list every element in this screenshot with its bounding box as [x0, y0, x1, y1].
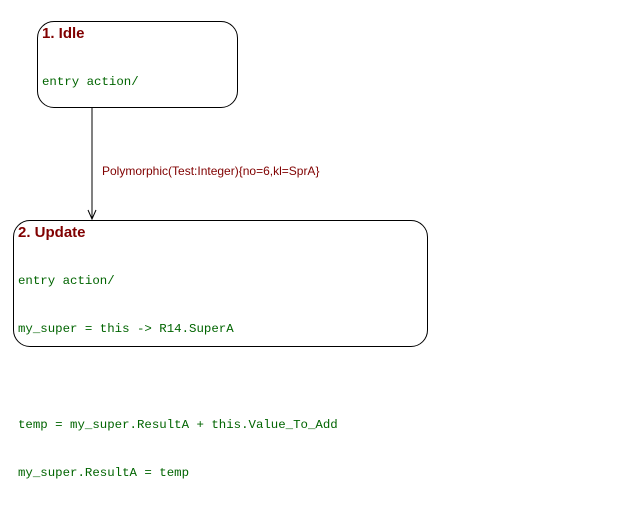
state-update-body: entry action/ my_super = this -> R14.Sup…: [18, 241, 338, 513]
state-diagram: 1. Idle entry action/ Polymorphic(Test:I…: [0, 0, 624, 480]
state-update-title: 2. Update: [18, 224, 86, 241]
state-idle-body: entry action/: [42, 42, 139, 122]
code-line: my_super.ResultA = temp: [18, 466, 190, 480]
code-line: entry action/: [42, 75, 139, 89]
code-line: my_super = this -> R14.SuperA: [18, 322, 234, 336]
state-idle-title: 1. Idle: [42, 25, 85, 42]
state-idle[interactable]: 1. Idle entry action/: [37, 21, 238, 108]
state-update[interactable]: 2. Update entry action/ my_super = this …: [13, 220, 428, 480]
code-line: temp = my_super.ResultA + this.Value_To_…: [18, 418, 338, 432]
code-line: entry action/: [18, 274, 115, 288]
transition-event-label[interactable]: Polymorphic(Test:Integer){no=6,kl=SprA}: [102, 164, 319, 178]
